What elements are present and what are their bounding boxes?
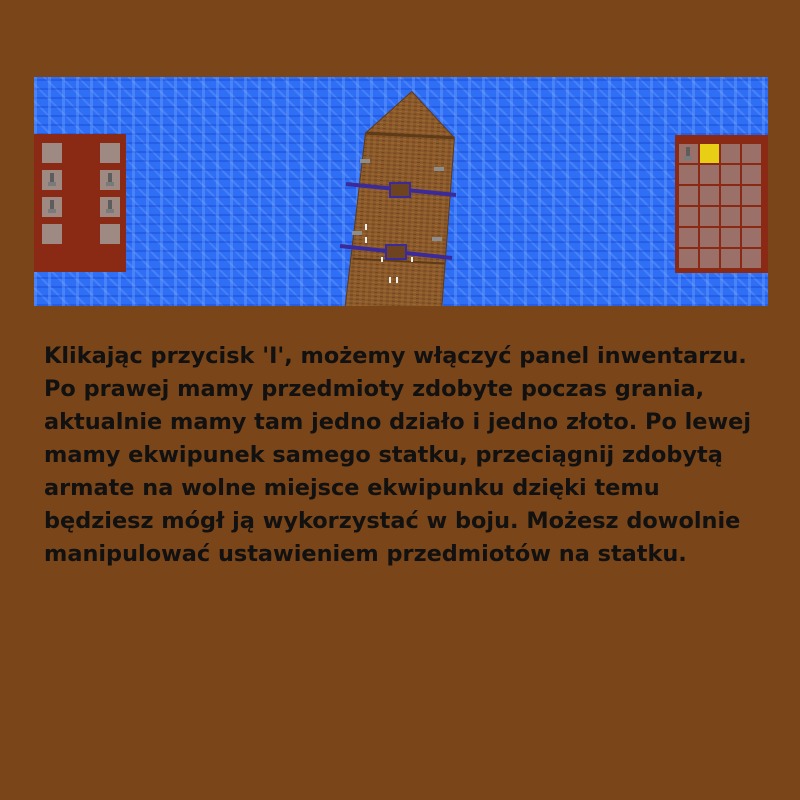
inventory-slot[interactable] <box>700 228 719 247</box>
inventory-slot[interactable] <box>742 249 761 268</box>
inventory-slot[interactable] <box>721 249 740 268</box>
inventory-slot[interactable] <box>721 207 740 226</box>
equipment-slot-7[interactable] <box>42 224 62 244</box>
inventory-slot[interactable] <box>700 207 719 226</box>
inventory-slot[interactable] <box>721 186 740 205</box>
game-scene[interactable] <box>34 77 768 306</box>
inventory-slot[interactable] <box>679 228 698 247</box>
inventory-slot[interactable] <box>721 228 740 247</box>
inventory-slot[interactable] <box>742 144 761 163</box>
inventory-slot[interactable] <box>721 165 740 184</box>
cannon-icon <box>684 147 692 160</box>
inventory-grid <box>679 144 761 268</box>
ship[interactable] <box>334 91 464 306</box>
ship-equipment-panel <box>34 134 126 272</box>
equipment-slot-2[interactable] <box>100 143 120 163</box>
inventory-slot[interactable] <box>742 165 761 184</box>
equipment-slot-1[interactable] <box>42 143 62 163</box>
equipment-slot-4[interactable] <box>100 170 120 190</box>
inventory-slot[interactable] <box>679 207 698 226</box>
inventory-slot[interactable] <box>679 186 698 205</box>
cannon-icon <box>106 173 114 186</box>
equipment-slot-6[interactable] <box>100 197 120 217</box>
cannon-icon <box>106 200 114 213</box>
equipment-slot-3[interactable] <box>42 170 62 190</box>
inventory-slot[interactable] <box>679 249 698 268</box>
inventory-slot-1[interactable] <box>679 144 698 163</box>
inventory-slot-gold[interactable] <box>700 144 719 163</box>
inventory-panel <box>675 135 768 273</box>
equipment-slot-5[interactable] <box>42 197 62 217</box>
inventory-slot[interactable] <box>700 186 719 205</box>
inventory-slot[interactable] <box>721 144 740 163</box>
inventory-slot[interactable] <box>700 165 719 184</box>
inventory-slot[interactable] <box>679 165 698 184</box>
tutorial-instructions: Klikając przycisk 'I', możemy włączyć pa… <box>44 343 752 567</box>
cannon-icon <box>48 200 56 213</box>
inventory-slot[interactable] <box>742 186 761 205</box>
inventory-slot[interactable] <box>742 207 761 226</box>
inventory-slot[interactable] <box>742 228 761 247</box>
inventory-slot[interactable] <box>700 249 719 268</box>
cannon-icon <box>48 173 56 186</box>
equipment-slot-8[interactable] <box>100 224 120 244</box>
